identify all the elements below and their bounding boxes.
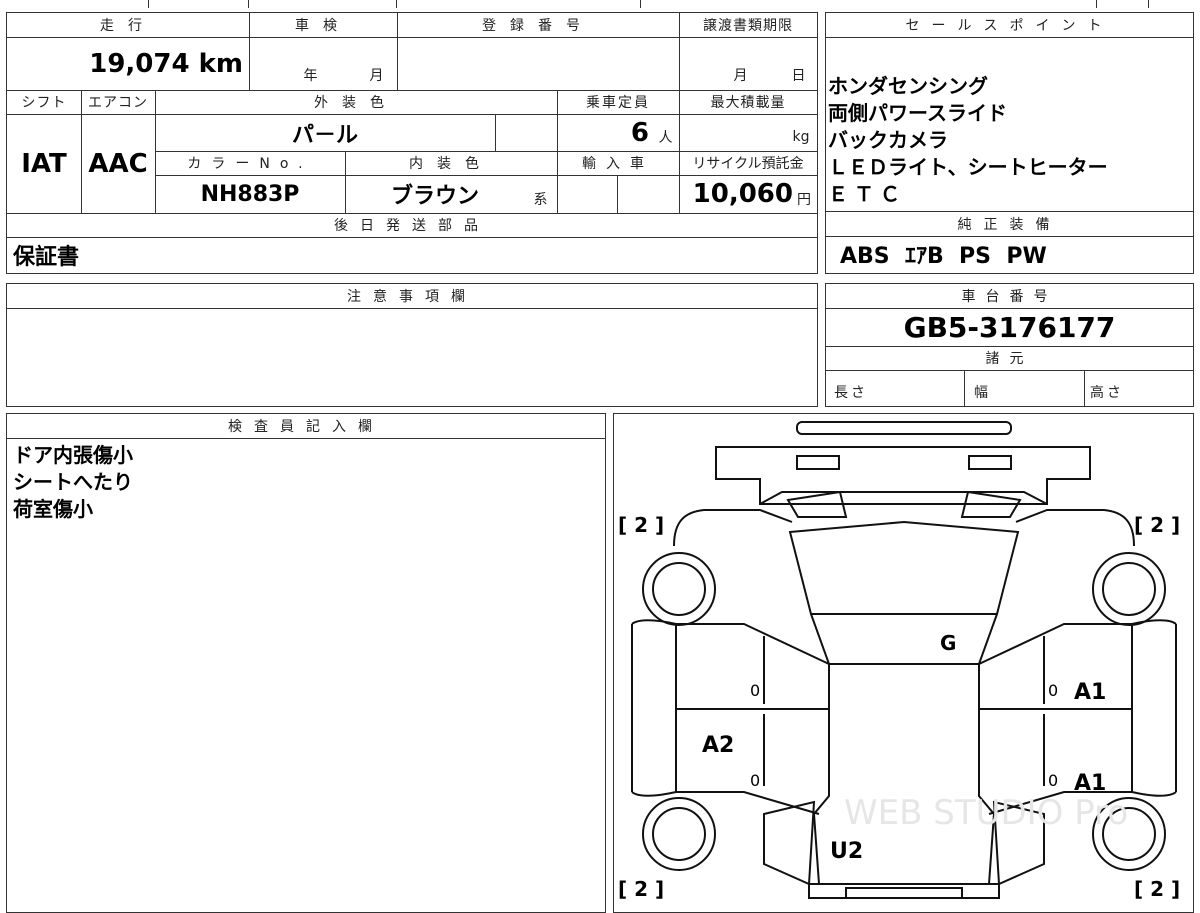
inspection-month: 月	[369, 68, 387, 84]
spec-width-label: 幅	[974, 385, 991, 401]
exterior-color-label: 外装色	[314, 95, 398, 111]
recycle-value: 10,060	[692, 179, 793, 209]
mileage-label: 走行	[100, 18, 156, 34]
recycle-unit: 円	[797, 192, 811, 208]
sales-point-line: 両側パワースライド	[828, 101, 1007, 125]
capacity-unit: 人	[658, 130, 676, 146]
equipment-box: 純正装備 ABS ｴｱB PS PW	[825, 212, 1194, 274]
inspection-label: 車検	[295, 18, 351, 34]
car-diagram: WEB STUDIO Pro [ 2 ] [ 2 ] [ 2 ] [ 2 ] G…	[618, 421, 1180, 901]
equipment-value: ABS ｴｱB PS PW	[840, 244, 1047, 269]
mileage-value: 19,074 km	[89, 48, 243, 79]
zero-mark: 0	[1048, 681, 1058, 700]
left-rear-door-mark: A2	[702, 733, 734, 758]
transfer-month: 月	[733, 68, 751, 84]
equipment-label: 純正装備	[957, 217, 1062, 233]
chassis-number: GB5-3176177	[903, 310, 1116, 344]
capacity-label: 乗車定員	[586, 95, 650, 111]
later-parts-value: 保証書	[13, 245, 80, 270]
color-no-value: NH883P	[200, 181, 300, 207]
import-label: 輸入車	[582, 156, 654, 172]
transfer-day: 日	[791, 68, 809, 84]
interior-color-suffix: 系	[533, 192, 551, 208]
chassis-label: 車台番号	[961, 289, 1058, 305]
chassis-box: 車台番号 GB5-3176177 諸元 長さ 幅 高さ	[825, 283, 1194, 407]
sales-point-line: ＬＥＤライト、シートヒーター	[828, 155, 1108, 179]
color-no-label: カラーNo.	[187, 156, 313, 172]
zero-mark: 0	[750, 681, 760, 700]
recycle-label: リサイクル預託金	[692, 156, 804, 172]
inspector-note-line: 荷室傷小	[13, 497, 93, 521]
ac-value: AAC	[88, 148, 148, 179]
right-rear-door-mark: A1	[1074, 771, 1106, 796]
inspector-note-line: シートへたり	[13, 470, 133, 494]
specs-label: 諸元	[985, 351, 1034, 367]
top-strip	[0, 0, 1200, 8]
vehicle-info-grid: 走行 車検 登録番号 譲渡書類期限 19,074 km 年 月 月 日 シフト …	[6, 12, 818, 274]
inspector-notes: ドア内張傷小 シートへたり 荷室傷小	[13, 442, 593, 523]
max-load-unit: kg	[792, 129, 810, 145]
spec-height-label: 高さ	[1090, 385, 1124, 401]
later-parts-label: 後日発送部品	[334, 218, 490, 234]
notes-label: 注意事項欄	[347, 289, 477, 305]
tire-front-right-grade: [ 2 ]	[1134, 513, 1180, 537]
shift-value: IAT	[21, 148, 67, 179]
shift-label: シフト	[21, 95, 67, 111]
rear-mark: U2	[830, 839, 863, 864]
zero-mark: 0	[750, 771, 760, 790]
inspector-note-line: ドア内張傷小	[13, 443, 133, 467]
ac-label: エアコン	[88, 95, 148, 111]
sales-point-line: ＥＴＣ	[828, 182, 906, 206]
sales-point-line: バックカメラ	[828, 128, 948, 152]
capacity-value: 6	[630, 117, 649, 148]
tire-rear-right-grade: [ 2 ]	[1134, 877, 1180, 901]
inspection-year: 年	[303, 68, 321, 84]
notes-box: 注意事項欄	[6, 283, 818, 407]
tire-rear-left-grade: [ 2 ]	[618, 877, 664, 901]
car-diagram-box: WEB STUDIO Pro [ 2 ] [ 2 ] [ 2 ] [ 2 ] G…	[613, 413, 1194, 913]
inspector-label: 検査員記入欄	[228, 419, 384, 435]
interior-color-value: ブラウン	[390, 184, 479, 209]
exterior-color-value: パ－ル	[291, 122, 358, 148]
registration-label: 登録番号	[482, 18, 594, 34]
watermark: WEB STUDIO Pro	[844, 793, 1128, 833]
spec-length-label: 長さ	[834, 385, 868, 401]
transfer-deadline-label: 譲渡書類期限	[703, 18, 793, 34]
sales-points-box: セールスポイント ホンダセンシング 両側パワースライド バックカメラ ＬＥＤライ…	[825, 12, 1194, 212]
max-load-label: 最大積載量	[710, 95, 786, 111]
sales-point-line: ホンダセンシング	[828, 74, 988, 98]
sales-points-label: セールスポイント	[905, 18, 1114, 34]
tire-front-left-grade: [ 2 ]	[618, 513, 664, 537]
inspector-box: 検査員記入欄 ドア内張傷小 シートへたり 荷室傷小	[6, 413, 606, 913]
windshield-mark: G	[940, 631, 956, 655]
zero-mark: 0	[1048, 771, 1058, 790]
interior-color-label: 内装色	[409, 156, 493, 172]
right-front-door-mark: A1	[1074, 680, 1106, 705]
sales-points-list: ホンダセンシング 両側パワースライド バックカメラ ＬＥＤライト、シートヒーター…	[828, 73, 1193, 208]
